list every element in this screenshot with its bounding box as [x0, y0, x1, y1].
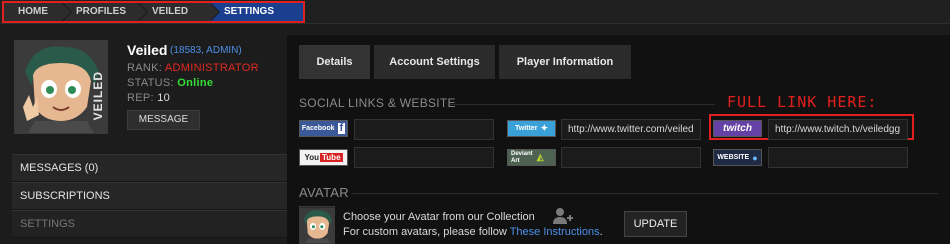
website-logo: WEBSITE ●	[713, 149, 762, 166]
twitter-input[interactable]	[561, 119, 701, 140]
twitter-logo-text: Twitter	[515, 125, 538, 132]
top-bar: HOME PROFILES VEILED SETTINGS	[0, 0, 950, 24]
deviantart-logo: Deviant Art ◭	[507, 149, 556, 166]
youtube-logo-you: You	[304, 153, 319, 162]
add-user-icon[interactable]	[552, 206, 574, 226]
tab-player-information[interactable]: Player Information	[499, 45, 631, 79]
user-id: 18583	[173, 45, 202, 56]
twitch-logo-text: twitch	[723, 123, 752, 134]
rep-value: 10	[157, 92, 171, 104]
rep-line: REP: 10	[127, 92, 170, 104]
deviantart-input[interactable]	[561, 147, 701, 168]
avatar-line-2-suffix: .	[599, 226, 603, 238]
role-link[interactable]: ADMIN	[206, 45, 238, 56]
twitter-logo: Twitter ✦	[507, 120, 556, 137]
profile-meta: (18583, ADMIN)	[170, 45, 242, 56]
avatar-line-2-prefix: For custom avatars, please follow	[343, 226, 510, 238]
youtube-logo: You Tube	[299, 149, 348, 166]
instructions-link[interactable]: These Instructions	[510, 226, 600, 238]
facebook-icon: f	[337, 122, 346, 134]
sidebar-item-settings[interactable]: SETTINGS	[12, 210, 287, 238]
message-button[interactable]: MESSAGE	[127, 110, 200, 130]
deviantart-logo-text: Deviant Art	[511, 151, 533, 165]
deviantart-icon: ◭	[536, 152, 544, 162]
rep-label: REP:	[127, 92, 154, 104]
avatar-line-1: Choose your Avatar from our Collection	[343, 211, 535, 223]
breadcrumb-settings: SETTINGS	[210, 3, 303, 21]
website-input[interactable]	[768, 147, 908, 168]
breadcrumb-veiled[interactable]: VEILED	[138, 3, 220, 21]
avatar-tag: VEILED	[91, 71, 105, 121]
avatar-thumbnail	[299, 206, 335, 244]
deviantart-logo-top: Deviant	[511, 150, 533, 157]
breadcrumb-home[interactable]: HOME	[4, 3, 72, 21]
twitch-logo: twitch	[713, 120, 762, 137]
rank-label: RANK:	[127, 62, 163, 74]
globe-icon: ●	[752, 152, 758, 163]
avatar: VEILED	[14, 40, 108, 134]
avatar-line-2: For custom avatars, please follow These …	[343, 226, 603, 238]
status-line: STATUS: Online	[127, 77, 213, 89]
avatar-divider	[352, 193, 938, 194]
twitter-bird-icon: ✦	[540, 123, 548, 133]
full-link-annotation: FULL LINK HERE:	[727, 93, 878, 111]
rank-line: RANK: ADMINISTRATOR	[127, 62, 259, 74]
twitch-input[interactable]	[768, 119, 908, 140]
breadcrumb: HOME PROFILES VEILED SETTINGS	[2, 1, 305, 23]
youtube-logo-tube: Tube	[320, 153, 343, 162]
deviantart-logo-bottom: Art	[511, 157, 520, 164]
facebook-logo: Facebook f	[299, 120, 348, 137]
sidebar-item-subscriptions[interactable]: SUBSCRIPTIONS	[12, 182, 287, 210]
sidebar-item-messages[interactable]: MESSAGES (0)	[12, 154, 287, 182]
youtube-input[interactable]	[354, 147, 494, 168]
social-section-title: SOCIAL LINKS & WEBSITE	[299, 96, 456, 110]
meta-close: )	[238, 45, 242, 56]
facebook-input[interactable]	[354, 119, 494, 140]
avatar-thumbnail-image	[300, 208, 334, 243]
social-divider	[450, 104, 715, 105]
breadcrumb-profiles[interactable]: PROFILES	[62, 3, 148, 21]
tab-details[interactable]: Details	[299, 45, 370, 79]
facebook-logo-text: Facebook	[301, 125, 335, 132]
status-label: STATUS:	[127, 77, 174, 89]
website-logo-text: WEBSITE	[717, 154, 750, 161]
profile-name: Veiled	[127, 42, 168, 58]
avatar-section-title: AVATAR	[299, 185, 349, 200]
update-button[interactable]: UPDATE	[624, 211, 687, 237]
status-value: Online	[177, 77, 214, 89]
tab-account-settings[interactable]: Account Settings	[374, 45, 495, 79]
rank-value: ADMINISTRATOR	[164, 62, 259, 74]
